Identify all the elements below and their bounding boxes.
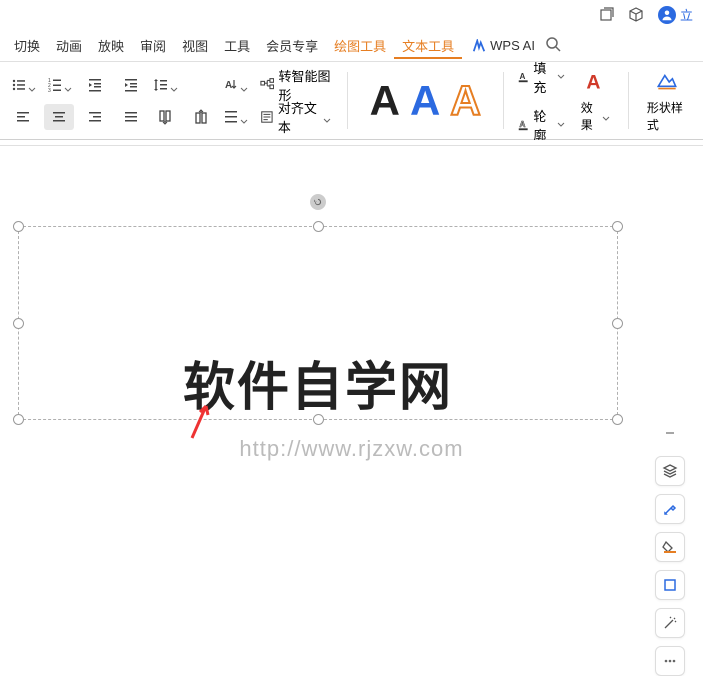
fill-dropdown[interactable]: A 填充 (514, 56, 569, 98)
collapse-panel-button[interactable] (655, 418, 685, 448)
decrease-indent-button[interactable] (80, 72, 110, 98)
resize-handle-tl[interactable] (13, 221, 24, 232)
effect-dropdown[interactable]: A 效果 (573, 68, 618, 133)
red-arrow-annotation (186, 400, 216, 440)
menu-view[interactable]: 视图 (174, 32, 216, 59)
shape-style-button[interactable]: 形状样式 (639, 68, 695, 133)
effect-label: 效果 (581, 99, 599, 133)
svg-text:3: 3 (48, 88, 51, 93)
align-right-button[interactable] (80, 104, 110, 130)
fill-bucket-button[interactable] (655, 532, 685, 562)
outline-icon: A (518, 117, 530, 133)
columns-up-button[interactable] (186, 104, 216, 130)
shape-style-label: 形状样式 (647, 99, 687, 133)
sub-url-text: http://www.rjzxw.com (0, 436, 703, 462)
menu-tools[interactable]: 工具 (216, 32, 258, 59)
resize-handle-mr[interactable] (612, 318, 623, 329)
wordart-styles[interactable]: A A A (358, 68, 493, 133)
wordart-style-orange[interactable]: A (450, 77, 480, 125)
selected-textbox[interactable]: 软件自学网 (18, 226, 618, 420)
svg-text:A: A (587, 71, 601, 93)
smart-graphic-button[interactable]: 转智能图形 (254, 72, 337, 98)
wps-ai-button[interactable]: WPS AI (472, 38, 535, 53)
wordart-style-black[interactable]: A (370, 77, 400, 125)
main-title-text[interactable]: 软件自学网 (19, 345, 617, 420)
slide-canvas[interactable]: 软件自学网 http://www.rjzxw.com (0, 168, 703, 578)
menu-drawing-tools[interactable]: 绘图工具 (326, 32, 394, 59)
menu-review[interactable]: 审阅 (132, 32, 174, 59)
bullets-dropdown[interactable] (8, 72, 38, 98)
search-icon[interactable] (545, 36, 561, 55)
ai-label: WPS AI (490, 38, 535, 53)
fill-icon: A (518, 69, 530, 85)
align-center-button[interactable] (44, 104, 74, 130)
align-left-button[interactable] (8, 104, 38, 130)
menu-bar: 切换 动画 放映 审阅 视图 工具 会员专享 绘图工具 文本工具 WPS AI (0, 30, 703, 62)
window-multi-icon[interactable] (598, 7, 614, 23)
avatar-icon (658, 6, 676, 24)
numbering-dropdown[interactable]: 123 (44, 72, 74, 98)
cube-icon[interactable] (628, 7, 644, 23)
resize-handle-tr[interactable] (612, 221, 623, 232)
fill-label: 填充 (533, 58, 552, 96)
menu-show[interactable]: 放映 (90, 32, 132, 59)
align-text-dropdown[interactable]: 对齐文本 (254, 104, 337, 130)
more-button[interactable] (655, 646, 685, 676)
rotate-handle[interactable] (310, 194, 326, 210)
ai-logo-icon (472, 39, 486, 53)
smart-graphic-icon (260, 76, 274, 94)
layers-button[interactable] (655, 456, 685, 486)
shape-style-icon (654, 69, 680, 95)
side-tool-panel (655, 418, 685, 676)
align-text-label: 对齐文本 (278, 98, 318, 136)
outline-label: 轮廓 (533, 106, 552, 144)
align-justify-button[interactable] (116, 104, 146, 130)
resize-handle-ml[interactable] (13, 318, 24, 329)
wordart-style-blue[interactable]: A (410, 77, 440, 125)
resize-handle-tc[interactable] (313, 221, 324, 232)
effect-icon: A (582, 69, 608, 95)
toolbar: 123 A 转智能图形 (0, 62, 703, 140)
crop-button[interactable] (655, 570, 685, 600)
char-spacing-dropdown[interactable] (220, 104, 250, 130)
menu-text-tools[interactable]: 文本工具 (394, 32, 462, 59)
menu-member[interactable]: 会员专享 (258, 32, 326, 59)
user-label: 立 (680, 5, 693, 24)
menu-animation[interactable]: 动画 (48, 32, 90, 59)
text-direction-dropdown[interactable]: A (220, 72, 250, 98)
menu-switch[interactable]: 切换 (6, 32, 48, 59)
svg-text:A: A (519, 72, 525, 81)
increase-indent-button[interactable] (116, 72, 146, 98)
magic-button[interactable] (655, 608, 685, 638)
svg-text:A: A (225, 80, 232, 91)
user-account[interactable]: 立 (658, 5, 693, 24)
line-spacing-dropdown[interactable] (150, 72, 180, 98)
eyedropper-button[interactable] (655, 494, 685, 524)
columns-down-button[interactable] (150, 104, 180, 130)
align-text-icon (260, 108, 274, 126)
svg-text:A: A (519, 120, 525, 129)
